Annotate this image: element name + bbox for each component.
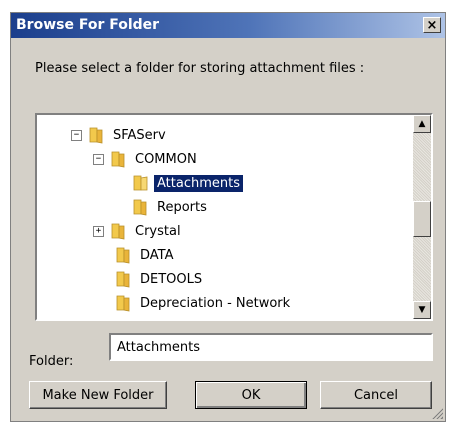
folder-tree-list: − SFAServ − COMMON Attachments Reports +… [37, 115, 411, 319]
folder-icon [116, 271, 130, 288]
vertical-scrollbar[interactable]: ▲ ▼ [413, 115, 431, 319]
tree-item-label: Attachments [154, 174, 243, 192]
tree-item-crystal[interactable]: + Crystal [93, 219, 184, 243]
folder-open-icon [133, 175, 148, 191]
tree-item-label: Reports [157, 199, 207, 215]
make-new-folder-button[interactable]: Make New Folder [29, 381, 167, 409]
resize-grip-icon[interactable] [431, 407, 443, 419]
close-icon: × [426, 17, 438, 33]
scroll-down-button[interactable]: ▼ [413, 301, 431, 319]
arrow-up-icon: ▲ [418, 119, 426, 129]
tree-item-attachments[interactable]: Attachments [115, 171, 243, 195]
tree-item-reports[interactable]: Reports [115, 195, 210, 219]
tree-item-depreciation-network[interactable]: Depreciation - Network [98, 291, 293, 315]
collapse-icon[interactable]: − [93, 153, 104, 165]
title-bar[interactable]: Browse For Folder × [11, 13, 445, 38]
folder-icon [133, 199, 147, 216]
folder-icon [116, 295, 130, 312]
tree-item-sfaserv[interactable]: − SFAServ [71, 123, 169, 147]
browse-folder-dialog: Browse For Folder × Please select a fold… [10, 12, 446, 422]
tree-item-label: SFAServ [113, 127, 166, 143]
ok-button[interactable]: OK [195, 381, 307, 409]
expand-icon[interactable]: + [93, 225, 104, 237]
tree-item-label: COMMON [135, 151, 197, 167]
folder-input[interactable] [109, 333, 433, 361]
folder-icon [111, 151, 125, 168]
tree-item-label: Crystal [135, 223, 181, 239]
close-button[interactable]: × [423, 17, 441, 33]
tree-item-detools[interactable]: DETOOLS [98, 267, 205, 291]
scrollbar-thumb[interactable] [413, 201, 431, 237]
folder-tree[interactable]: − SFAServ − COMMON Attachments Reports +… [35, 113, 433, 321]
tree-item-common[interactable]: − COMMON [93, 147, 200, 171]
instruction-text: Please select a folder for storing attac… [35, 61, 365, 76]
scroll-up-button[interactable]: ▲ [413, 115, 431, 133]
folder-icon [111, 223, 125, 240]
collapse-icon[interactable]: − [71, 129, 82, 141]
cancel-button[interactable]: Cancel [320, 381, 432, 409]
arrow-down-icon: ▼ [418, 305, 426, 315]
folder-field-label: Folder: [29, 354, 74, 369]
folder-icon [89, 127, 103, 144]
tree-item-label: DATA [140, 247, 174, 263]
tree-item-data[interactable]: DATA [98, 243, 177, 267]
tree-item-label: Depreciation - Network [140, 295, 291, 311]
tree-item-label: DETOOLS [140, 271, 203, 287]
folder-icon [116, 247, 130, 264]
window-title: Browse For Folder [16, 17, 160, 33]
